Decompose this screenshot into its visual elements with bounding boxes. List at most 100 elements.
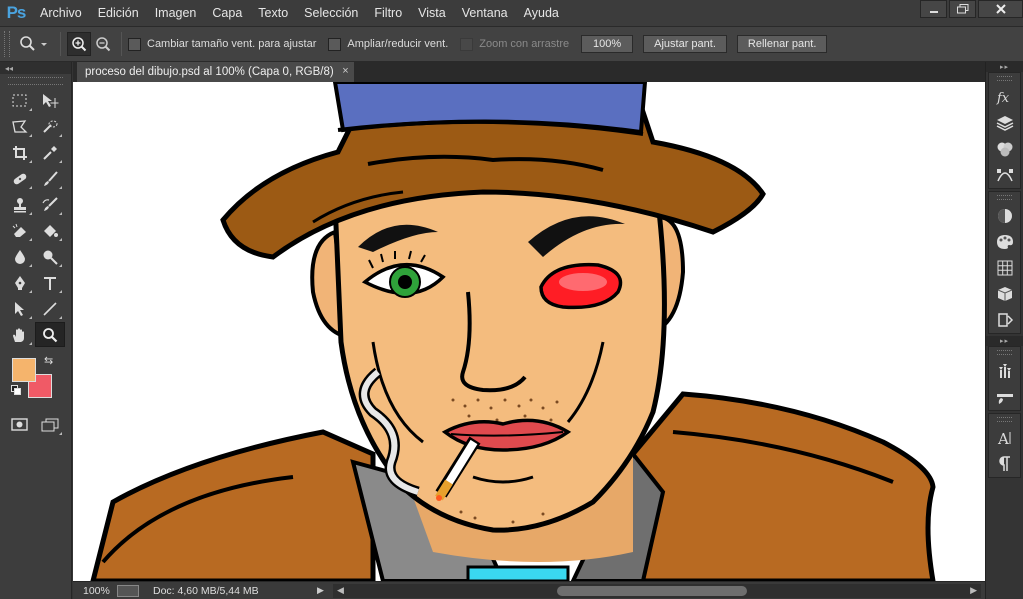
dock-grip[interactable] <box>997 417 1012 422</box>
menu-imagen[interactable]: Imagen <box>147 0 205 26</box>
restore-button[interactable] <box>949 0 976 18</box>
status-preview-icon[interactable] <box>117 584 139 597</box>
paths-button[interactable] <box>989 162 1020 188</box>
eraser-tool[interactable] <box>5 218 35 243</box>
brush-tool[interactable] <box>35 166 65 191</box>
swap-colors-icon[interactable]: ⇆ <box>44 354 53 367</box>
healing-brush-tool[interactable] <box>5 166 35 191</box>
eraser-icon <box>12 223 26 237</box>
close-document-icon[interactable]: × <box>342 65 348 77</box>
clone-stamp-tool[interactable] <box>5 192 35 217</box>
zoom-out-icon <box>96 37 111 52</box>
screen-mode-button[interactable] <box>35 412 65 437</box>
character-button[interactable]: A <box>989 425 1020 451</box>
menu-ayuda[interactable]: Ayuda <box>516 0 567 26</box>
line-tool[interactable] <box>35 296 65 321</box>
menu-edicion[interactable]: Edición <box>90 0 147 26</box>
actual-pixels-button[interactable]: 100% <box>581 35 634 53</box>
default-colors-icon[interactable] <box>11 385 21 395</box>
scroll-left-icon[interactable]: ◀ <box>337 585 344 596</box>
screen-mode-icon <box>41 418 59 431</box>
blur-drop-icon <box>15 249 25 264</box>
resize-windows-option[interactable]: Cambiar tamaño vent. para ajustar <box>128 37 316 51</box>
tool-preset-picker[interactable] <box>14 32 54 56</box>
minimize-icon <box>929 11 938 13</box>
history-brush-tool[interactable] <box>35 192 65 217</box>
brush-icon <box>44 170 58 186</box>
zoom-all-windows-checkbox[interactable] <box>328 37 342 51</box>
menu-seleccion[interactable]: Selección <box>296 0 366 26</box>
tools-grip[interactable] <box>8 77 63 85</box>
document-canvas[interactable] <box>73 82 985 581</box>
foreground-color-swatch[interactable] <box>12 358 36 382</box>
zoom-in-mode-button[interactable] <box>67 32 91 56</box>
3d-panel-button[interactable] <box>989 281 1020 307</box>
paragraph-button[interactable] <box>989 451 1020 477</box>
dock-header-2[interactable]: ▸▸ <box>986 336 1023 346</box>
paragraph-icon <box>998 456 1010 471</box>
layer-styles-button[interactable]: fx <box>989 84 1020 110</box>
options-grip[interactable] <box>4 31 10 57</box>
dock-header[interactable]: ▸▸ <box>986 62 1023 72</box>
tool-presets-button[interactable] <box>989 384 1020 410</box>
quick-mask-button[interactable] <box>5 412 35 437</box>
dock-grip[interactable] <box>997 76 1012 81</box>
adjustments-button[interactable] <box>989 203 1020 229</box>
grid-panel-button[interactable] <box>989 255 1020 281</box>
cube-icon <box>997 287 1012 301</box>
menu-filtro[interactable]: Filtro <box>366 0 410 26</box>
layers-button[interactable] <box>989 110 1020 136</box>
polygonal-lasso-icon <box>12 119 28 133</box>
marquee-tool[interactable] <box>5 88 35 113</box>
eyedropper-icon <box>43 145 57 160</box>
history-button[interactable] <box>989 307 1020 333</box>
menu-capa[interactable]: Capa <box>204 0 250 26</box>
blur-tool[interactable] <box>5 244 35 269</box>
horizontal-scroll-thumb[interactable] <box>557 585 747 596</box>
move-icon <box>43 93 59 108</box>
quick-selection-tool[interactable] <box>35 114 65 139</box>
separator <box>60 32 61 56</box>
fill-screen-button[interactable]: Rellenar pant. <box>736 35 828 53</box>
status-doc-info: Doc: 4,60 MB/5,44 MB <box>153 584 259 597</box>
close-window-button[interactable] <box>978 0 1023 18</box>
minimize-button[interactable] <box>920 0 947 18</box>
menu-texto[interactable]: Texto <box>250 0 296 26</box>
pen-tool[interactable] <box>5 270 35 295</box>
menu-archivo[interactable]: Archivo <box>32 0 90 26</box>
zoom-all-windows-option[interactable]: Ampliar/reducir vent. <box>328 37 448 51</box>
tools-panel-header[interactable]: ◂◂ <box>0 62 71 74</box>
brush-presets-button[interactable] <box>989 358 1020 384</box>
brush-presets-icon <box>998 364 1011 378</box>
layers-icon <box>996 116 1013 131</box>
eyedropper-tool[interactable] <box>35 140 65 165</box>
dock-group-2 <box>988 191 1021 334</box>
zoom-out-mode-button[interactable] <box>91 32 115 56</box>
fit-screen-button[interactable]: Ajustar pant. <box>643 35 727 53</box>
document-tab-title: proceso del dibujo.psd al 100% (Capa 0, … <box>85 66 334 78</box>
dodge-tool[interactable] <box>35 244 65 269</box>
type-icon <box>44 276 56 290</box>
path-selection-tool[interactable] <box>5 296 35 321</box>
type-tool[interactable] <box>35 270 65 295</box>
dock-grip[interactable] <box>997 350 1012 355</box>
status-zoom-value[interactable]: 100% <box>73 585 117 597</box>
horizontal-scrollbar[interactable]: ◀ ▶ <box>333 583 981 598</box>
channels-button[interactable] <box>989 136 1020 162</box>
menu-vista[interactable]: Vista <box>410 0 454 26</box>
swatches-button[interactable] <box>989 229 1020 255</box>
status-menu-icon[interactable]: ▶ <box>317 585 333 596</box>
zoom-tool-icon <box>43 327 58 342</box>
crop-tool[interactable] <box>5 140 35 165</box>
move-tool[interactable] <box>35 88 65 113</box>
paint-bucket-tool[interactable] <box>35 218 65 243</box>
document-tab[interactable]: proceso del dibujo.psd al 100% (Capa 0, … <box>77 62 354 82</box>
zoom-tool[interactable] <box>35 322 65 347</box>
resize-windows-checkbox[interactable] <box>128 37 141 51</box>
menu-ventana[interactable]: Ventana <box>454 0 516 26</box>
channels-icon <box>997 142 1012 157</box>
hand-tool[interactable] <box>5 322 35 347</box>
dock-grip[interactable] <box>997 195 1012 200</box>
lasso-tool[interactable] <box>5 114 35 139</box>
scroll-right-icon[interactable]: ▶ <box>970 585 977 596</box>
